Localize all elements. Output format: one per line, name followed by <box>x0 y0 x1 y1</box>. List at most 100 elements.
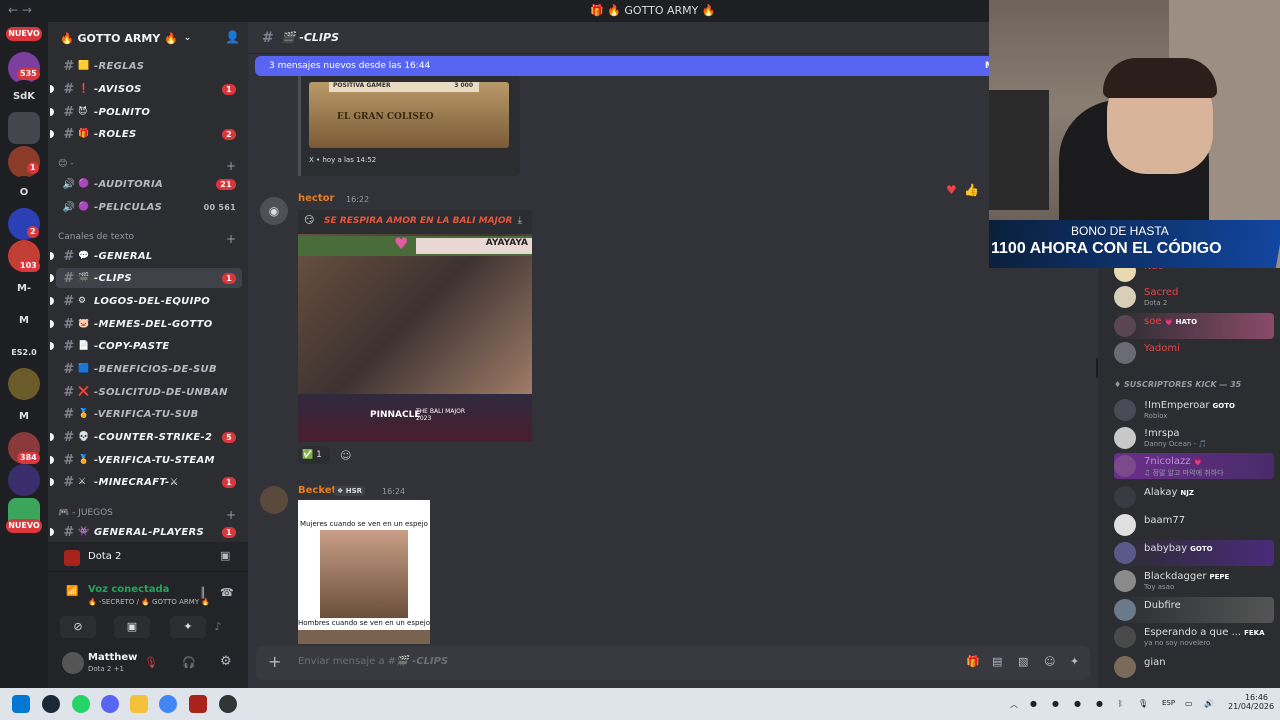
mic-icon[interactable]: 🎙 <box>1138 699 1148 708</box>
mic-muted-icon[interactable]: 🎙 <box>144 656 158 669</box>
thumbs-up-icon[interactable]: 👍 <box>964 183 979 197</box>
member-item[interactable]: !mrspa Danny Ocean - 🎵 <box>1114 425 1274 451</box>
channel-general[interactable]: # 💬 -GENERAL <box>50 246 242 266</box>
channel-logos[interactable]: # ⚙ LOGOS-DEL-EQUIPO <box>50 291 242 311</box>
member-item[interactable]: Dubfire <box>1114 597 1274 623</box>
channel-avisos[interactable]: # ❗ -AVISOS 1 <box>50 79 242 99</box>
steam-icon[interactable] <box>42 695 60 713</box>
voice-channel-auditoria[interactable]: 🔊 🟣 -AUDITORIA 21 <box>56 174 242 194</box>
channel-minecraft[interactable]: # ⚔ -MINECRAFT-⚔ 1 <box>50 472 242 492</box>
chevron-up-icon[interactable]: ︿ <box>1010 699 1018 710</box>
download-icon[interactable]: ⤓ <box>518 215 522 226</box>
screen-share-icon[interactable]: ▣ <box>114 616 150 638</box>
server-header[interactable]: 🔥 GOTTO ARMY 🔥 ⌄ 👤 <box>48 22 248 54</box>
new-messages-bar[interactable]: 3 mensajes nuevos desde las 16:44 M <box>255 56 995 76</box>
voice-status-title[interactable]: Voz conectada <box>88 584 169 595</box>
member-item[interactable]: Yadomi <box>1114 340 1274 366</box>
channel-general-players[interactable]: # 👾 GENERAL-PLAYERS 1 <box>50 522 242 542</box>
member-item[interactable]: gian <box>1114 654 1274 680</box>
emoji-picker-icon[interactable]: ☺ <box>1044 655 1055 668</box>
voice-channel-peliculas[interactable]: 🔊 🟣 -PELICULAS 00 561 <box>56 197 242 217</box>
deafen-icon[interactable]: 🎧 <box>182 656 196 669</box>
activity-icon[interactable]: ▣ <box>220 549 230 562</box>
network-icon[interactable]: ▭ <box>1185 699 1193 708</box>
clock[interactable]: 16:46 21/04/2026 <box>1228 693 1274 711</box>
add-reaction-icon[interactable]: ☺ <box>340 449 351 462</box>
gift-icon[interactable]: 🎁 <box>966 655 980 668</box>
member-item[interactable]: baam77 <box>1114 512 1274 538</box>
noise-suppression-icon[interactable]: ║ <box>200 588 206 599</box>
channel-cs2[interactable]: # 💀 -COUNTER-STRIKE-2 5 <box>50 427 242 447</box>
sticker-icon[interactable]: ▧ <box>1018 655 1028 668</box>
server-icon[interactable]: SdK <box>8 80 40 112</box>
discord-avatar-icon[interactable]: ◉ <box>260 197 288 225</box>
channel-beneficios[interactable]: # 🟦 -BENEFICIOS-DE-SUB <box>56 359 242 379</box>
server-icon[interactable]: M- <box>8 272 40 304</box>
camera-off-icon[interactable]: ⊘ <box>60 616 96 638</box>
server-icon[interactable] <box>8 368 40 400</box>
member-item[interactable]: Esperando a que ... FEKA ya no soy noveler… <box>1114 624 1274 650</box>
channel-clips[interactable]: # 🎬 -CLIPS 1 <box>50 268 242 288</box>
discord-icon[interactable] <box>101 695 119 713</box>
volume-icon[interactable]: 🔊 <box>1204 699 1214 708</box>
embed-image[interactable]: POSITIVA GAMER 3 000 EL GRAN COLISEO <box>309 82 509 148</box>
meme-image[interactable]: Mujeres cuando se ven en un espejo Hombr… <box>298 500 430 644</box>
tray-icon[interactable]: ● <box>1074 699 1081 708</box>
avatar[interactable] <box>260 486 288 514</box>
category-text[interactable]: Canales de texto + <box>58 232 236 246</box>
channel-memes[interactable]: # 🐷 -MEMES-DEL-GOTTO <box>50 314 242 334</box>
heart-reaction-icon[interactable]: ♥ <box>946 183 957 197</box>
user-name[interactable]: Matthew <box>88 652 137 663</box>
channel-roles[interactable]: # 🎁 -ROLES 2 <box>50 124 242 144</box>
server-icon[interactable]: M <box>8 304 40 336</box>
plus-icon[interactable]: + <box>268 652 281 671</box>
tray-icon[interactable]: ● <box>1096 699 1103 708</box>
member-item[interactable]: soe 💗 HATO <box>1114 313 1274 339</box>
tray-icon[interactable]: ● <box>1030 699 1037 708</box>
channel-reglas[interactable]: # 🟨 -REGLAS <box>56 56 242 76</box>
apps-icon[interactable]: ✦ <box>1070 655 1079 668</box>
invite-people-icon[interactable]: 👤 <box>225 30 240 44</box>
member-item[interactable]: Alakay NJZ <box>1114 484 1274 510</box>
message-author[interactable]: hector <box>298 193 334 204</box>
channel-verifica-steam[interactable]: # 🏅 -VERIFICA-TU-STEAM <box>50 450 242 470</box>
avatar[interactable] <box>62 652 84 674</box>
whatsapp-icon[interactable] <box>72 695 90 713</box>
server-icon[interactable] <box>8 112 40 144</box>
channel-copy-paste[interactable]: # 📄 -COPY-PASTE <box>50 336 242 356</box>
category-games[interactable]: 🎮 - JUEGOS + <box>58 508 236 522</box>
bluetooth-icon[interactable]: ᛒ <box>1118 699 1123 708</box>
gear-icon[interactable]: ⚙ <box>220 654 232 669</box>
member-item[interactable]: !ImEmperoar GOTO Roblox <box>1114 397 1274 423</box>
windows-start-icon[interactable] <box>12 695 30 713</box>
voice-status-detail[interactable]: 🔥 -SECRETO / 🔥 GOTTO ARMY 🔥 <box>88 598 210 606</box>
channel-unban[interactable]: # ❌ -SOLICITUD-DE-UNBAN <box>56 382 242 402</box>
language-indicator[interactable]: ESP <box>1162 699 1175 707</box>
gif-icon[interactable]: ▤ <box>992 655 1002 668</box>
message-composer[interactable]: + Enviar mensaje a #🎬 -CLIPS 🎁 ▤ ▧ ☺ ✦ <box>256 646 1090 680</box>
history-nav[interactable]: ← → <box>8 3 32 17</box>
tray-icon[interactable]: ● <box>1052 699 1059 708</box>
plus-icon[interactable]: + <box>226 508 236 522</box>
app-icon[interactable] <box>219 695 237 713</box>
channel-verifica-sub[interactable]: # 🏅 -VERIFICA-TU-SUB <box>56 404 242 424</box>
member-item[interactable]: Blackdagger PEPE Toy asao <box>1114 568 1274 594</box>
message-author[interactable]: Becket <box>298 485 336 496</box>
server-icon[interactable]: ES2.0 <box>8 336 40 368</box>
disconnect-icon[interactable]: ☎ <box>220 586 234 599</box>
message-input[interactable]: Enviar mensaje a #🎬 -CLIPS <box>298 656 448 667</box>
server-icon[interactable] <box>8 464 40 496</box>
activity-row[interactable]: Dota 2 ▣ <box>48 542 248 572</box>
member-item[interactable]: Sacred Dota 2 <box>1114 284 1274 310</box>
soundboard-icon[interactable]: ♪ <box>200 616 236 638</box>
server-icon[interactable]: M <box>8 400 40 432</box>
reaction[interactable]: ✅ 1 <box>298 446 330 464</box>
dota-icon[interactable] <box>189 695 207 713</box>
plus-icon[interactable]: + <box>226 159 236 173</box>
member-item[interactable]: 7nicolazz 💗 ♫ 정말 알고 마약에 취하다 <box>1114 453 1274 479</box>
chrome-icon[interactable] <box>159 695 177 713</box>
file-explorer-icon[interactable] <box>130 695 148 713</box>
channel-polnito[interactable]: # 😈 -POLNITO <box>50 102 242 122</box>
category-voice[interactable]: 😊 - + <box>58 159 236 173</box>
plus-icon[interactable]: + <box>226 232 236 246</box>
